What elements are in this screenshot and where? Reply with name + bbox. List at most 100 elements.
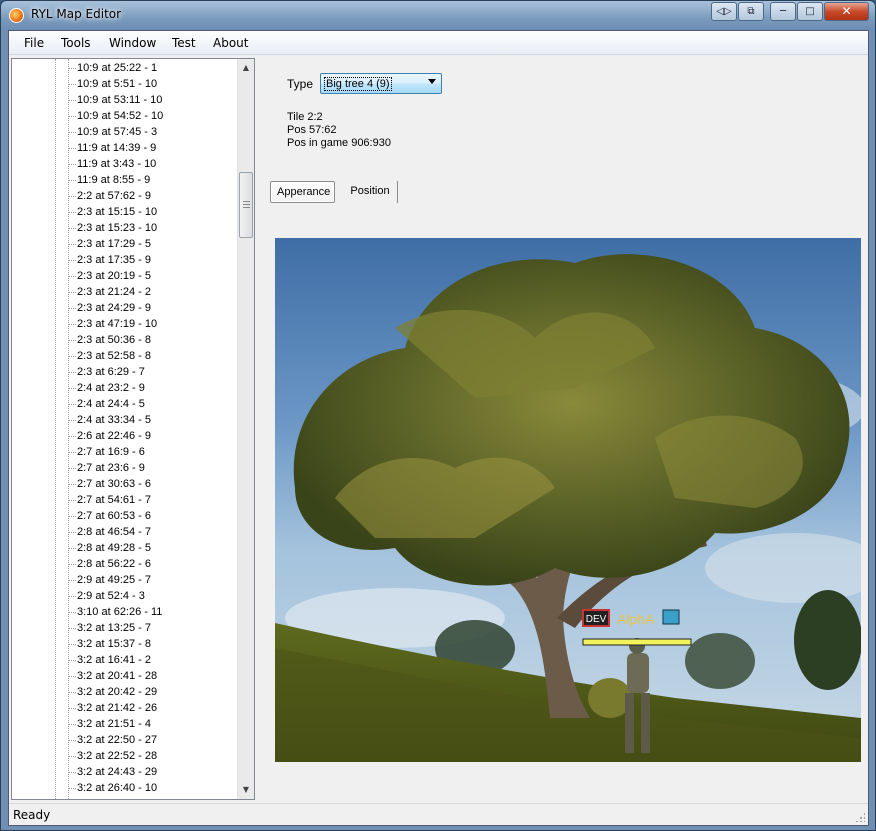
window-extra-button-1[interactable]: ◁▷ [711, 2, 737, 21]
minimize-button[interactable]: ─ [770, 2, 796, 21]
tree-item[interactable]: 11:9 at 14:39 - 9 [12, 140, 238, 156]
tree-item[interactable]: 2:7 at 54:61 - 7 [12, 492, 238, 508]
tree-connector [69, 196, 76, 197]
tree-item[interactable]: 2:3 at 17:35 - 9 [12, 252, 238, 268]
tree-item[interactable]: 2:7 at 16:9 - 6 [12, 444, 238, 460]
tab-position[interactable]: Position [343, 181, 398, 203]
tree-item[interactable]: 2:3 at 52:58 - 8 [12, 348, 238, 364]
tree-connector [69, 212, 76, 213]
tree-connector [69, 436, 76, 437]
tree-item[interactable]: 3:2 at 21:42 - 26 [12, 700, 238, 716]
tree-item[interactable]: 2:7 at 60:53 - 6 [12, 508, 238, 524]
tree-item-label: 2:3 at 17:29 - 5 [77, 238, 151, 250]
tree-connector [69, 564, 76, 565]
scroll-up-arrow-icon[interactable]: ▲ [238, 59, 254, 76]
scroll-down-arrow-icon[interactable]: ▼ [238, 781, 254, 798]
tree-item[interactable]: 10:9 at 25:22 - 1 [12, 60, 238, 76]
tree-connector [69, 756, 76, 757]
tree-connector [69, 180, 76, 181]
tree-item[interactable]: 11:9 at 3:43 - 10 [12, 156, 238, 172]
window-title: RYL Map Editor [31, 7, 122, 21]
tree-item[interactable]: 3:2 at 24:43 - 29 [12, 764, 238, 780]
menu-test[interactable]: Test [172, 36, 196, 50]
tree-item[interactable]: 2:3 at 50:36 - 8 [12, 332, 238, 348]
tile-info: Tile 2:2 [287, 111, 323, 123]
tree-item-label: 2:7 at 60:53 - 6 [77, 510, 151, 522]
tree-item-label: 2:7 at 30:63 - 6 [77, 478, 151, 490]
tree-connector [69, 100, 76, 101]
tree-item-label: 2:3 at 24:29 - 9 [77, 302, 151, 314]
type-dropdown[interactable]: Big tree 4 (9) [320, 73, 442, 94]
tree-item[interactable]: 2:8 at 49:28 - 5 [12, 540, 238, 556]
tree-connector [69, 548, 76, 549]
scrollbar-thumb[interactable] [239, 172, 253, 238]
tree-item[interactable]: 2:6 at 22:46 - 9 [12, 428, 238, 444]
tree-item[interactable]: 3:2 at 21:51 - 4 [12, 716, 238, 732]
tree-item-label: 3:2 at 22:50 - 27 [77, 734, 158, 746]
tree-item[interactable]: 2:3 at 47:19 - 10 [12, 316, 238, 332]
tree-item[interactable]: 2:3 at 6:29 - 7 [12, 364, 238, 380]
tree-item[interactable]: 2:3 at 24:29 - 9 [12, 300, 238, 316]
tree-item[interactable]: 3:2 at 20:42 - 29 [12, 684, 238, 700]
tree-item[interactable]: 3:2 at 13:25 - 7 [12, 620, 238, 636]
tree-item-label: 3:2 at 20:41 - 28 [77, 670, 158, 682]
tree-item[interactable]: 2:9 at 49:25 - 7 [12, 572, 238, 588]
tree-item[interactable]: 2:7 at 23:6 - 9 [12, 460, 238, 476]
menu-file[interactable]: File [24, 36, 44, 50]
tree-item-label: 2:3 at 47:19 - 10 [77, 318, 158, 330]
tree-item[interactable]: 10:9 at 57:45 - 3 [12, 124, 238, 140]
tab-appearance[interactable]: Apperance [270, 181, 335, 203]
tree-connector [69, 612, 76, 613]
tree-item-label: 2:4 at 24:4 - 5 [77, 398, 145, 410]
tree-item-label: 3:2 at 21:51 - 4 [77, 718, 151, 730]
tree-item[interactable]: 2:3 at 21:24 - 2 [12, 284, 238, 300]
tree-item[interactable]: 10:9 at 5:51 - 10 [12, 76, 238, 92]
tree-item-label: 10:9 at 57:45 - 3 [77, 126, 158, 138]
menu-about[interactable]: About [213, 36, 248, 50]
tree-item[interactable]: 3:10 at 62:26 - 11 [12, 604, 238, 620]
tree-item[interactable]: 2:7 at 30:63 - 6 [12, 476, 238, 492]
tree-item[interactable]: 11:9 at 8:55 - 9 [12, 172, 238, 188]
tree-item[interactable]: 2:2 at 57:62 - 9 [12, 188, 238, 204]
tree-connector [69, 452, 76, 453]
tree-item[interactable]: 3:2 at 15:37 - 8 [12, 636, 238, 652]
tree-item[interactable]: 3:2 at 22:50 - 27 [12, 732, 238, 748]
tree-item[interactable]: 2:4 at 33:34 - 5 [12, 412, 238, 428]
tree-item[interactable]: 2:9 at 52:4 - 3 [12, 588, 238, 604]
close-button[interactable]: ✕ [824, 2, 869, 21]
tree-item-label: 3:2 at 16:41 - 2 [77, 654, 151, 666]
tree-item-label: 3:2 at 15:37 - 8 [77, 638, 151, 650]
tree-scrollbar[interactable]: ▲ ▼ [237, 59, 254, 799]
menu-window[interactable]: Window [109, 36, 156, 50]
tree-item[interactable]: 3:2 at 22:52 - 28 [12, 748, 238, 764]
maximize-button[interactable]: □ [797, 2, 823, 21]
tree-item[interactable]: 10:9 at 53:11 - 10 [12, 92, 238, 108]
tree-item[interactable]: 2:8 at 46:54 - 7 [12, 524, 238, 540]
tree-item[interactable]: 2:8 at 56:22 - 6 [12, 556, 238, 572]
menu-tools[interactable]: Tools [61, 36, 91, 50]
title-bar[interactable]: RYL Map Editor ◁▷ ⧉ ─ □ ✕ [1, 1, 875, 30]
window-extra-button-2[interactable]: ⧉ [738, 2, 764, 21]
resize-grip-icon[interactable] [855, 812, 865, 822]
tree-item[interactable]: 2:4 at 23:2 - 9 [12, 380, 238, 396]
tree-item[interactable]: 10:9 at 54:52 - 10 [12, 108, 238, 124]
tree-connector [69, 244, 76, 245]
tree-item-label: 11:9 at 14:39 - 9 [77, 142, 157, 154]
model-preview[interactable]: DEV AlphA [275, 238, 861, 762]
tree-connector [69, 372, 76, 373]
tree-item[interactable]: 2:3 at 20:19 - 5 [12, 268, 238, 284]
tree-item[interactable]: 2:4 at 24:4 - 5 [12, 396, 238, 412]
tree-item[interactable]: 3:2 at 16:41 - 2 [12, 652, 238, 668]
tree-item[interactable]: 3:2 at 20:41 - 28 [12, 668, 238, 684]
type-dropdown-value: Big tree 4 (9) [324, 77, 392, 91]
tree-item[interactable]: 2:3 at 15:23 - 10 [12, 220, 238, 236]
tree-item-label: 2:3 at 21:24 - 2 [77, 286, 151, 298]
tree-item[interactable]: 2:3 at 15:15 - 10 [12, 204, 238, 220]
object-tree[interactable]: 10:9 at 25:22 - 1 10:9 at 5:51 - 10 10:9 a… [11, 58, 255, 800]
tree-connector [69, 148, 76, 149]
tree-item-label: 3:2 at 22:52 - 28 [77, 750, 158, 762]
tree-item[interactable]: 2:3 at 17:29 - 5 [12, 236, 238, 252]
status-bar: Ready [9, 803, 868, 825]
tree-item[interactable]: 3:2 at 26:40 - 10 [12, 780, 238, 796]
tree-connector [69, 164, 76, 165]
